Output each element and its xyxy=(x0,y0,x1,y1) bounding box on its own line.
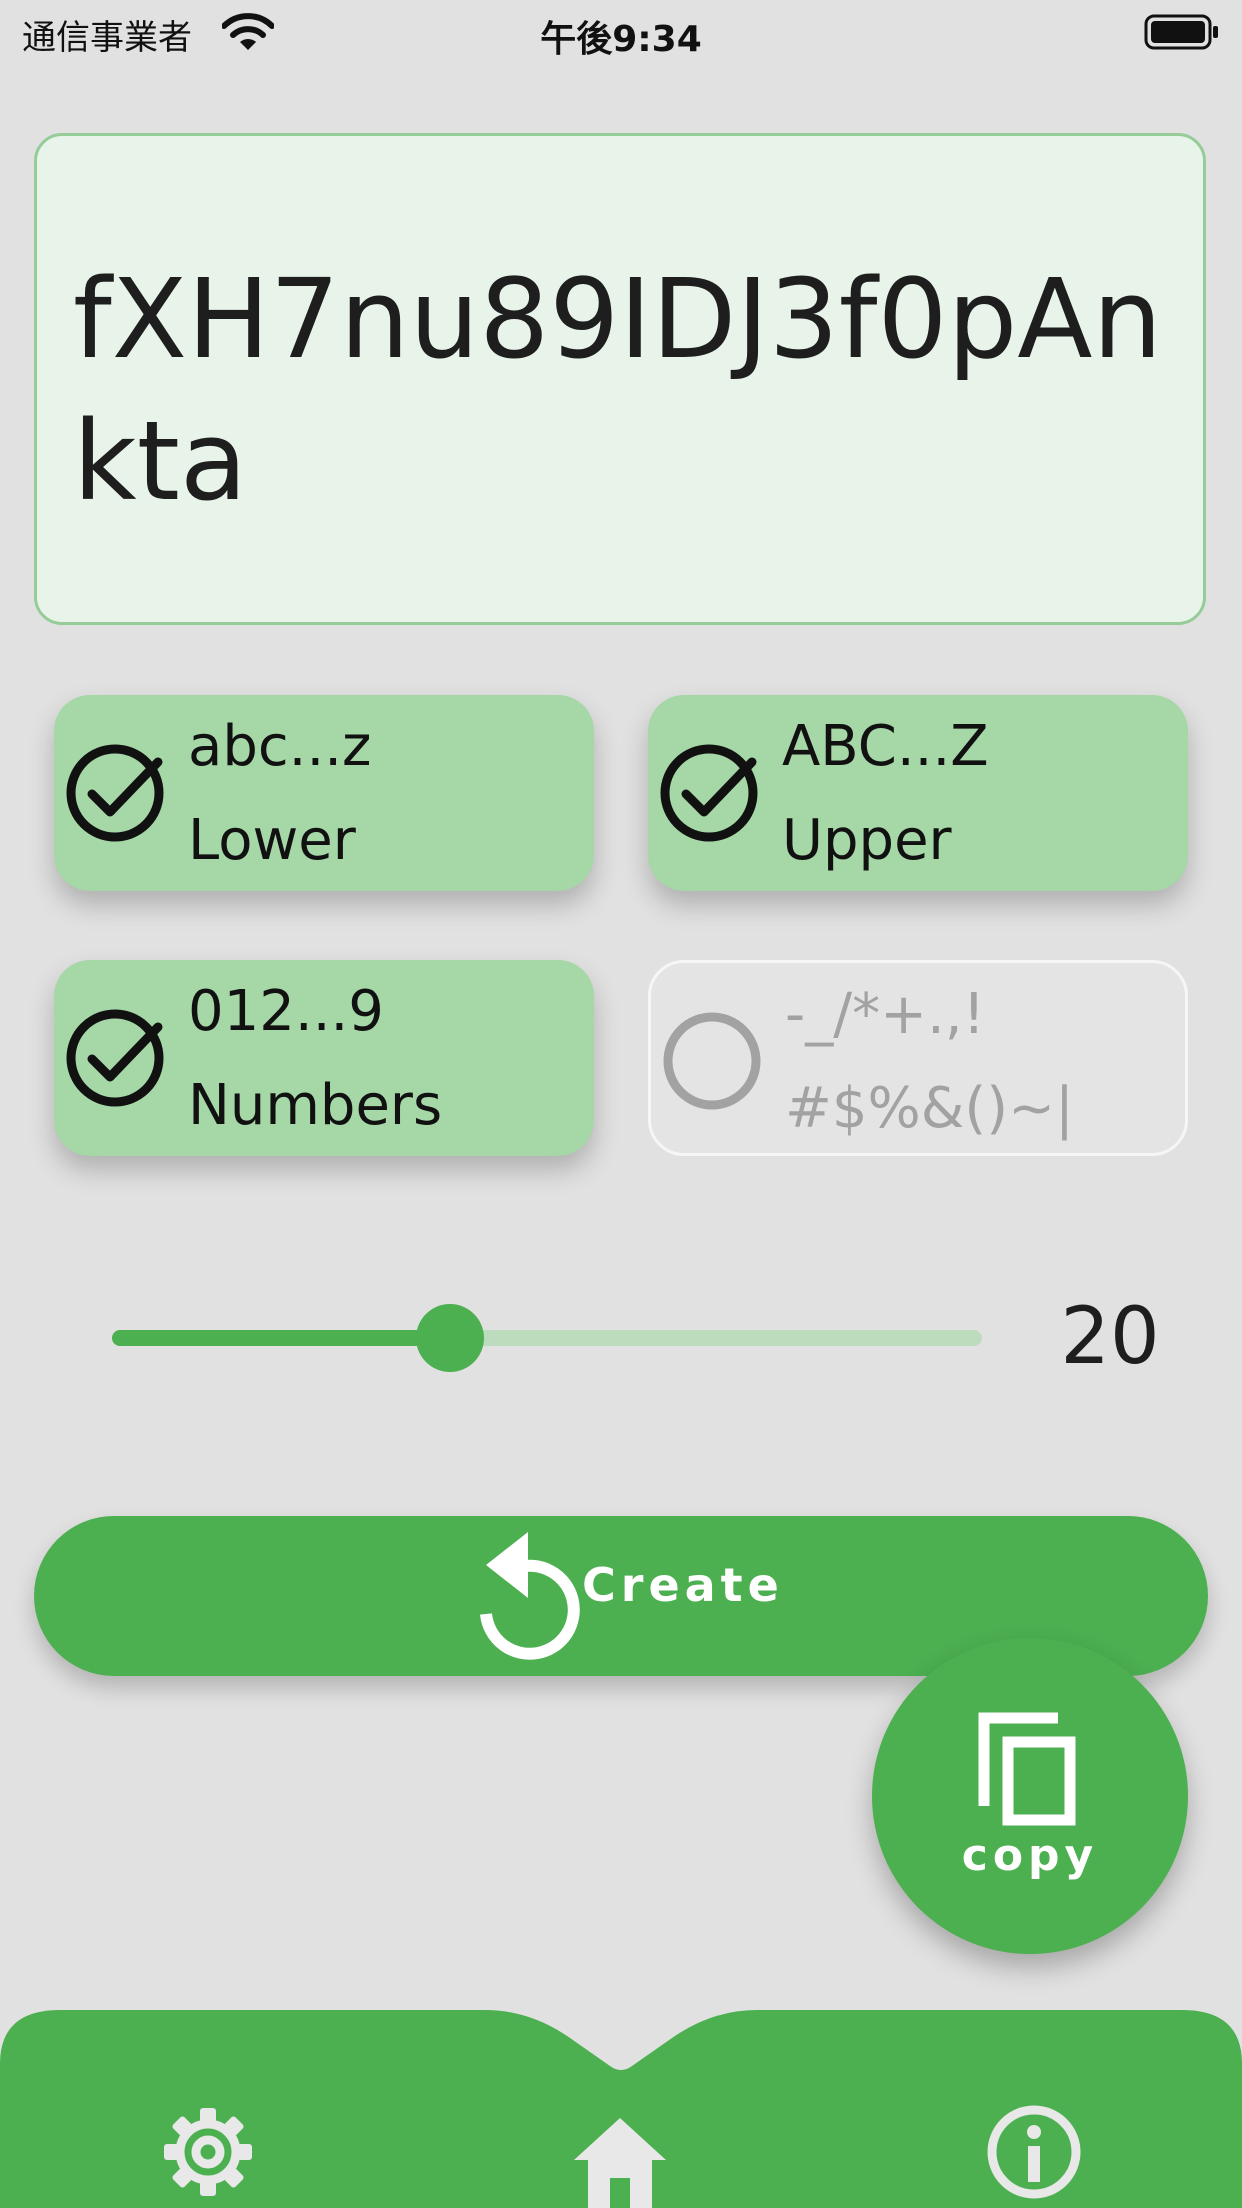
lowercase-toggle[interactable]: abc...z Lower xyxy=(54,695,594,891)
symbols-sample-2: #$%&()~| xyxy=(785,1076,1074,1141)
lowercase-sample: abc...z xyxy=(188,714,372,779)
numbers-toggle[interactable]: 012...9 Numbers xyxy=(54,960,594,1156)
empty-circle-icon xyxy=(663,1012,761,1110)
copy-button[interactable]: copy xyxy=(872,1638,1188,1954)
numbers-label: Numbers xyxy=(188,1073,443,1138)
symbols-sample-1: -_/*+.,! xyxy=(785,982,986,1047)
length-value: 20 xyxy=(1060,1292,1160,1382)
length-slider-fill xyxy=(112,1330,452,1346)
uppercase-sample: ABC...Z xyxy=(782,714,989,779)
settings-icon[interactable] xyxy=(160,2104,256,2200)
lowercase-label: Lower xyxy=(188,808,356,873)
battery-icon xyxy=(1144,14,1218,50)
check-circle-icon xyxy=(660,744,758,842)
password-text: fXH7nu89IDJ3f0pAnkta xyxy=(73,255,1163,525)
check-circle-icon xyxy=(66,1009,164,1107)
status-time: 午後9:34 xyxy=(540,19,702,60)
symbols-toggle[interactable]: -_/*+.,! #$%&()~| xyxy=(648,960,1188,1156)
uppercase-toggle[interactable]: ABC...Z Upper xyxy=(648,695,1188,891)
bottom-nav xyxy=(0,2004,1242,2208)
password-display[interactable]: fXH7nu89IDJ3f0pAnkta xyxy=(34,133,1206,625)
info-icon[interactable] xyxy=(986,2104,1082,2200)
copy-label: copy xyxy=(961,1830,1099,1881)
uppercase-label: Upper xyxy=(782,808,952,873)
copy-icon xyxy=(978,1712,1076,1826)
numbers-sample: 012...9 xyxy=(188,979,384,1044)
check-circle-icon xyxy=(66,744,164,842)
status-bar: 通信事業者 午後9:34 xyxy=(0,0,1242,66)
length-slider-thumb[interactable] xyxy=(416,1304,484,1372)
home-icon[interactable] xyxy=(572,2112,668,2208)
refresh-icon xyxy=(480,1532,580,1660)
create-label: Create xyxy=(582,1558,784,1612)
